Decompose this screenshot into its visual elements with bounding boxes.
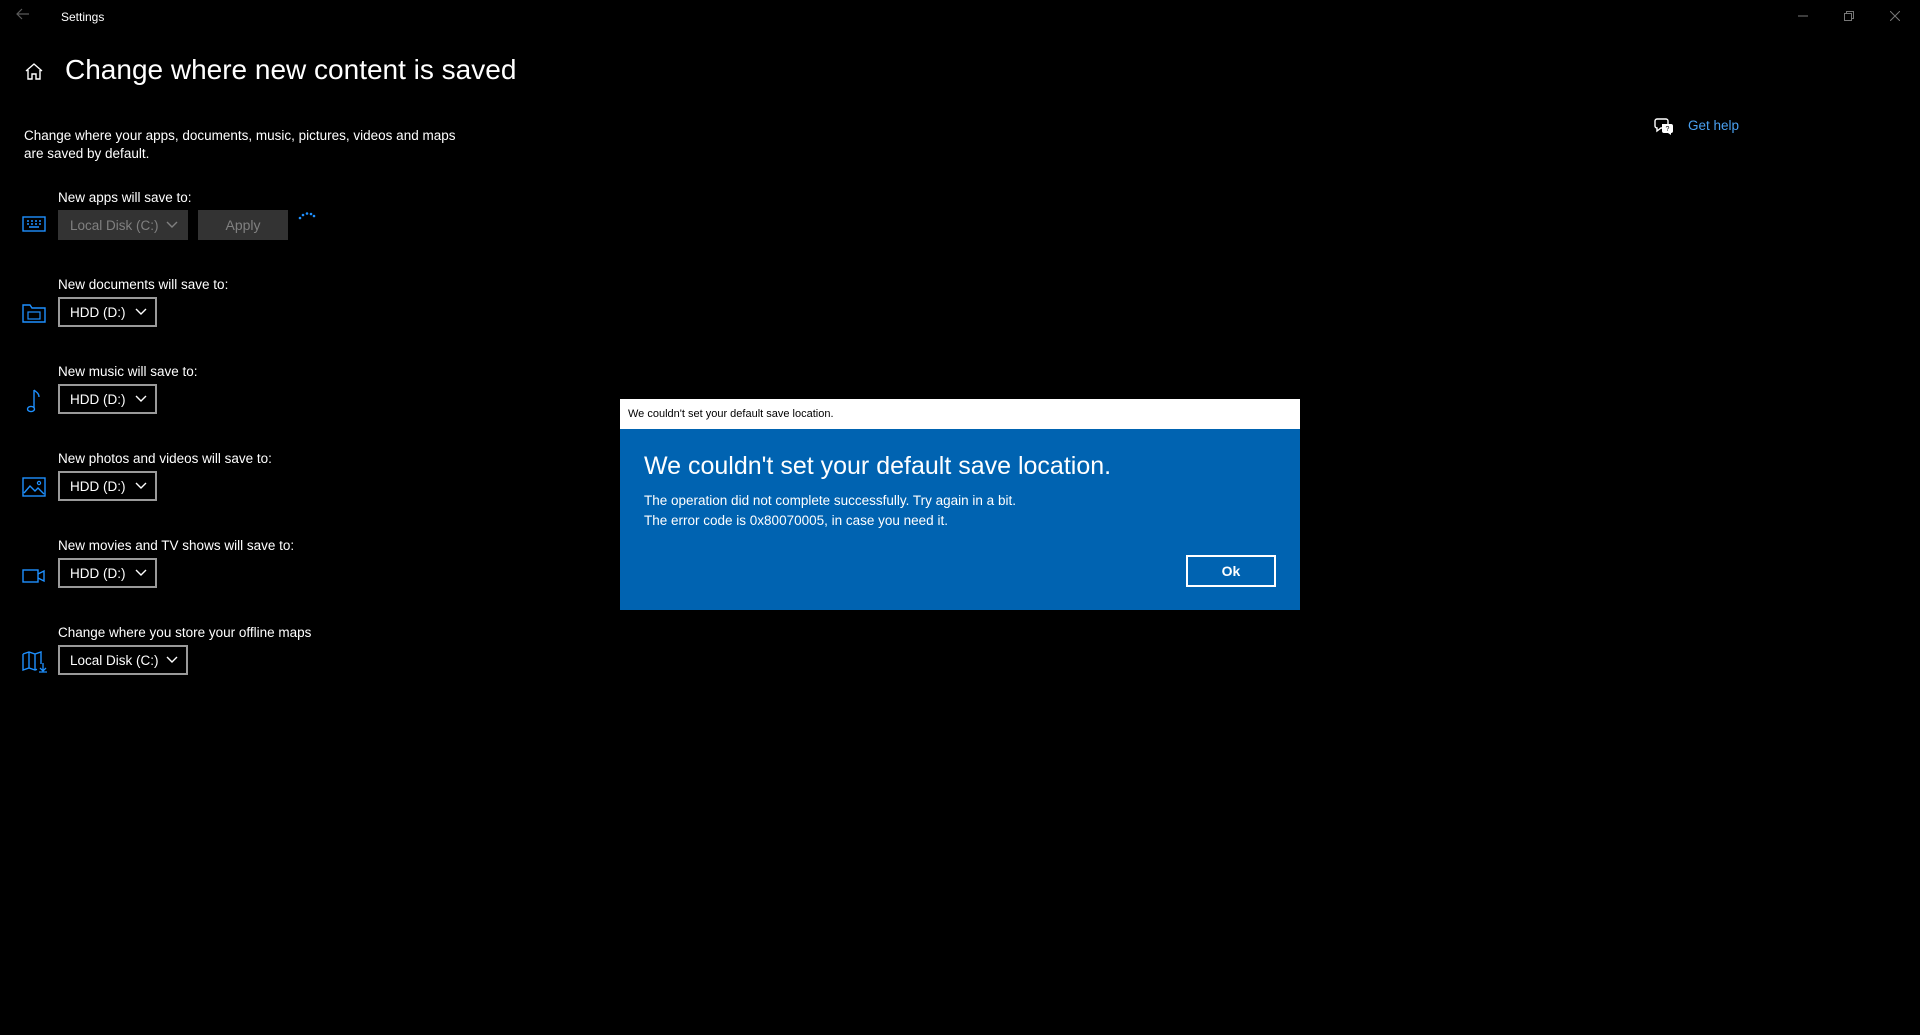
music-note-icon (26, 389, 40, 413)
setting-maps: Change where you store your offline maps… (0, 625, 600, 695)
page-description: Change where your apps, documents, music… (24, 128, 456, 161)
title-bar: Settings (0, 0, 1920, 32)
setting-music: New music will save to: HDD (D:) (0, 364, 600, 434)
restore-button[interactable] (1826, 0, 1872, 32)
chevron-down-icon (135, 395, 147, 402)
setting-photos: New photos and videos will save to: HDD … (0, 451, 600, 521)
video-camera-icon (22, 569, 45, 583)
setting-movies: New movies and TV shows will save to: HD… (0, 538, 600, 608)
dropdown-value: HDD (D:) (70, 566, 126, 581)
setting-photos-label: New photos and videos will save to: (58, 451, 272, 466)
minimize-button[interactable] (1780, 0, 1826, 32)
setting-movies-label: New movies and TV shows will save to: (58, 538, 295, 553)
svg-text:?: ? (1666, 126, 1670, 133)
chevron-down-icon (135, 569, 147, 576)
photos-location-dropdown[interactable]: HDD (D:) (58, 471, 157, 501)
dropdown-value: Local Disk (C:) (70, 218, 159, 233)
dropdown-value: HDD (D:) (70, 305, 126, 320)
documents-location-dropdown[interactable]: HDD (D:) (58, 297, 157, 327)
dialog-message-line1: The operation did not complete successfu… (644, 493, 1016, 508)
dialog-title-bar: We couldn't set your default save locati… (620, 399, 1300, 429)
close-icon (1890, 11, 1900, 21)
chevron-down-icon (166, 221, 178, 228)
apps-location-dropdown[interactable]: Local Disk (C:) (58, 210, 188, 240)
close-button[interactable] (1872, 0, 1918, 32)
setting-maps-label: Change where you store your offline maps (58, 625, 312, 640)
setting-apps: New apps will save to: Local Disk (C:) A… (0, 190, 600, 260)
map-download-icon (22, 651, 47, 673)
ok-button[interactable]: Ok (1186, 555, 1276, 587)
dropdown-value: HDD (D:) (70, 392, 126, 407)
setting-apps-label: New apps will save to: (58, 190, 192, 205)
setting-documents-label: New documents will save to: (58, 277, 229, 292)
dialog-title: We couldn't set your default save locati… (628, 408, 834, 420)
chevron-down-icon (135, 482, 147, 489)
chevron-down-icon (166, 656, 178, 663)
apply-button[interactable]: Apply (198, 210, 288, 240)
documents-folder-icon (22, 304, 46, 323)
page-title: Change where new content is saved (65, 54, 517, 85)
maps-location-dropdown[interactable]: Local Disk (C:) (58, 645, 188, 675)
monitor-keyboard-icon (22, 216, 46, 232)
app-title: Settings (61, 10, 105, 24)
get-help-link[interactable]: Get help (1688, 118, 1739, 133)
home-icon (25, 63, 43, 80)
back-arrow-icon (16, 8, 29, 20)
chevron-down-icon (135, 308, 147, 315)
progress-spinner-icon (298, 212, 316, 220)
dropdown-value: HDD (D:) (70, 479, 126, 494)
minimize-icon (1798, 15, 1808, 17)
dialog-message-line2: The error code is 0x80070005, in case yo… (644, 513, 948, 528)
get-help-chat-icon: ? (1654, 118, 1673, 135)
dialog-heading: We couldn't set your default save locati… (644, 452, 1112, 480)
error-dialog: We couldn't set your default save locati… (620, 399, 1300, 610)
restore-icon (1844, 11, 1854, 21)
back-button[interactable] (8, 2, 38, 30)
dropdown-value: Local Disk (C:) (70, 653, 159, 668)
music-location-dropdown[interactable]: HDD (D:) (58, 384, 157, 414)
setting-documents: New documents will save to: HDD (D:) (0, 277, 600, 347)
photo-icon (22, 477, 46, 497)
setting-music-label: New music will save to: (58, 364, 198, 379)
movies-location-dropdown[interactable]: HDD (D:) (58, 558, 157, 588)
home-button[interactable] (24, 62, 44, 85)
